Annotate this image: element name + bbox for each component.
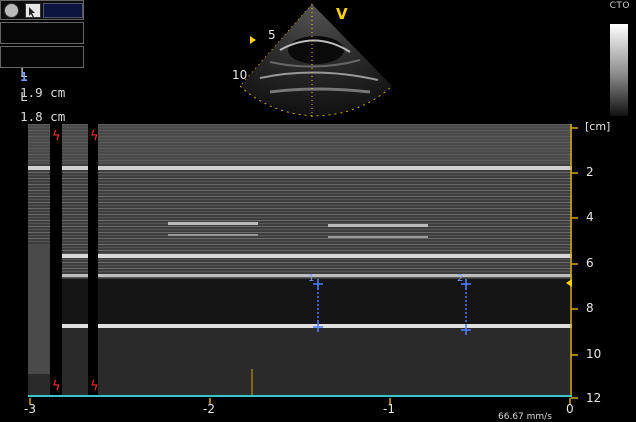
depth-label: 10 [586, 347, 602, 361]
depth-label: 6 [586, 256, 594, 270]
sweep-speed-label: 66.67 mm/s [498, 412, 552, 422]
time-label: -1 [383, 402, 395, 416]
depth-label: 8 [586, 301, 594, 315]
depth-label: 4 [586, 210, 594, 224]
depth-unit-label: [cm] [585, 120, 611, 133]
time-label: -2 [203, 402, 215, 416]
depth-label: 2 [586, 165, 594, 179]
axis-ticks [29, 127, 578, 404]
depth-label: 12 [586, 391, 602, 405]
time-label: -3 [24, 402, 36, 416]
time-label: 0 [566, 402, 574, 416]
